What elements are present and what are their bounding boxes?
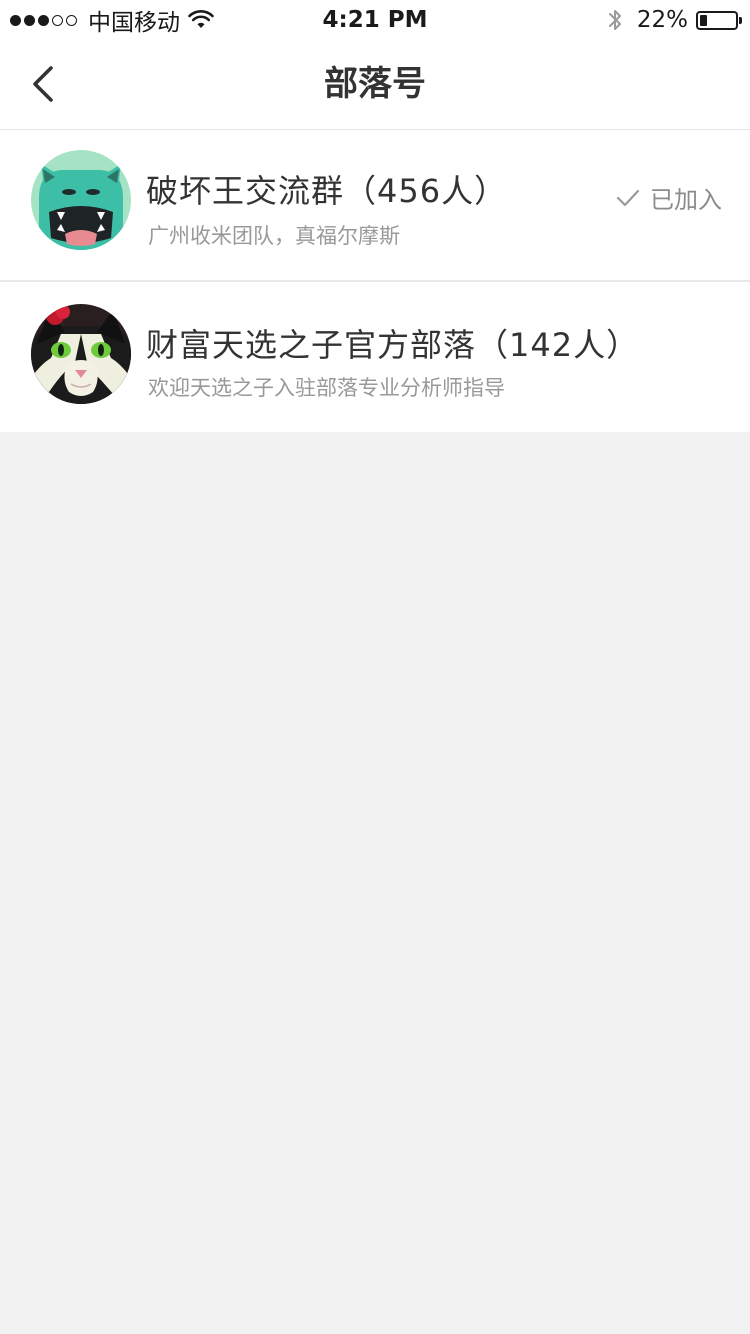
battery-cap [739,16,742,24]
battery-percent: 22% [636,7,688,33]
battery-fill [700,14,708,26]
teal-monster-avatar-icon [31,150,131,250]
tribe-list: 破坏王交流群（456人） 广州收米团队，真福尔摩斯 已加入 财富天选之子官方部落… [0,130,750,432]
bluetooth-icon [608,10,621,30]
battery-icon [696,10,742,30]
tribe-description: 广州收米团队，真福尔摩斯 [148,224,400,248]
page-title: 部落号 [324,64,426,104]
list-item[interactable]: 财富天选之子官方部落（142人） 欢迎天选之子入驻部落专业分析师指导 [0,282,750,432]
joined-label: 已加入 [650,186,722,214]
tribe-name: 财富天选之子官方部落（142人） [146,326,640,364]
navigation-bar: 部落号 [0,40,750,130]
check-icon [616,189,640,206]
black-white-cat-avatar-icon [31,304,131,404]
status-bar: 中国移动 4:21 PM 22% [0,0,750,40]
joined-status: 已加入 [616,180,722,215]
list-item[interactable]: 破坏王交流群（456人） 广州收米团队，真福尔摩斯 已加入 [0,130,750,282]
tribe-name: 破坏王交流群（456人） [146,172,508,210]
status-right: 22% [607,6,742,34]
tribe-description: 欢迎天选之子入驻部落专业分析师指导 [148,376,505,400]
